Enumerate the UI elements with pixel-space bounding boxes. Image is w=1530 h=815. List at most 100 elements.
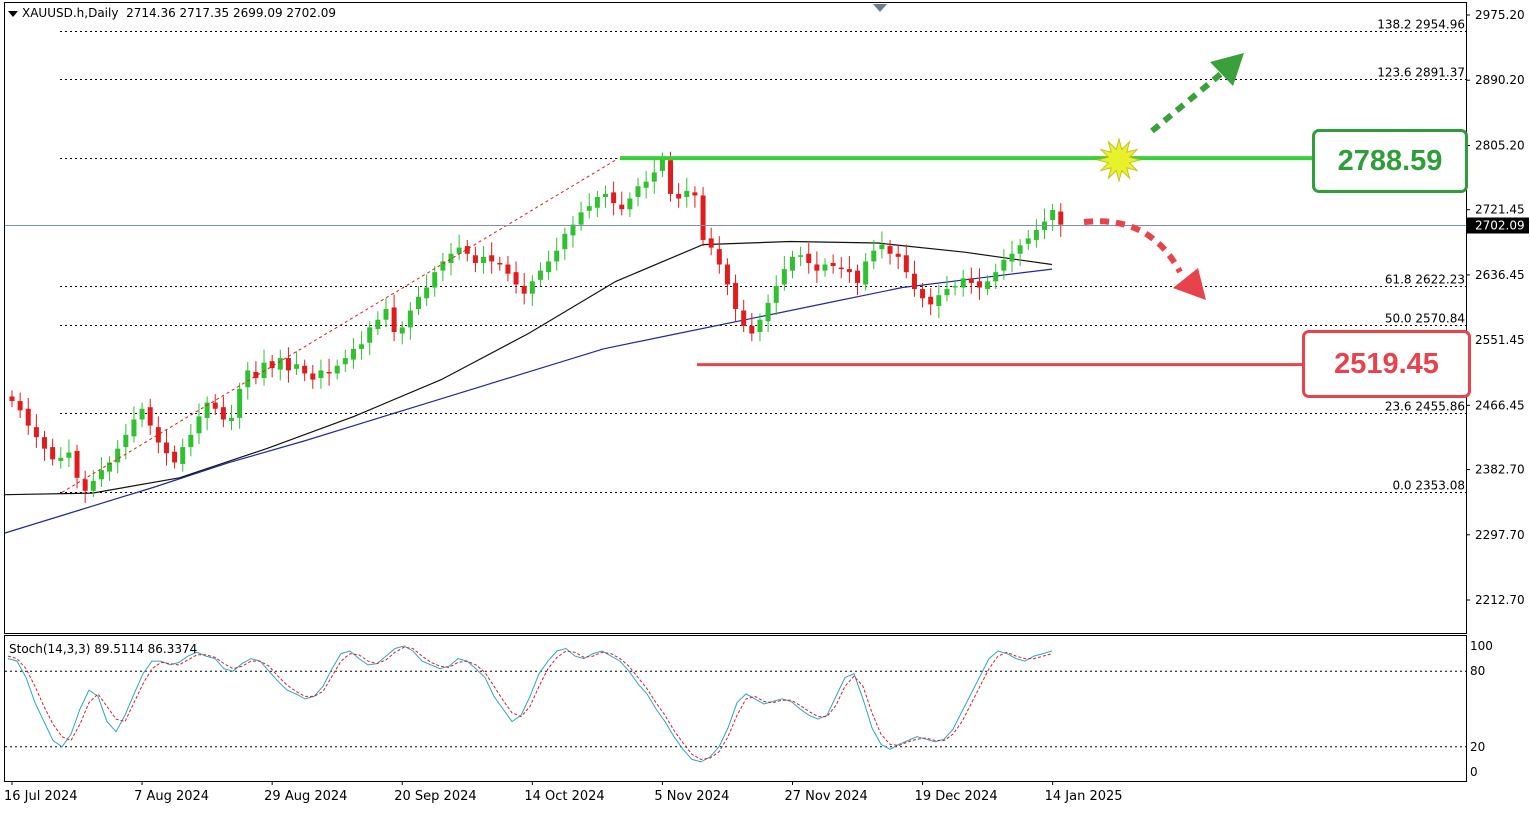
candle-body (855, 270, 861, 283)
price-tick-label: 2721.45 (1475, 203, 1525, 217)
resistance-level-label: 2788.59 (1312, 129, 1468, 193)
candle-body (33, 427, 39, 438)
candle-body (968, 278, 974, 283)
price-tick-label: 2212.70 (1475, 593, 1525, 607)
candle-body (611, 192, 617, 204)
candle-body (562, 233, 568, 250)
candle-body (472, 255, 478, 263)
candle-body (407, 310, 413, 328)
price-tick-label: 2382.70 (1475, 463, 1525, 477)
candle-body (302, 365, 308, 374)
time-tick-label: 29 Aug 2024 (264, 789, 347, 804)
price-tick-label: 2466.45 (1475, 398, 1525, 412)
chart-menu-icon[interactable] (8, 11, 18, 17)
candle-body (375, 319, 381, 329)
candle-body (546, 261, 552, 273)
candle-body (944, 289, 950, 296)
candle-body (952, 285, 958, 288)
candle-body (180, 447, 186, 464)
candle-body (749, 325, 755, 334)
chart-header: XAUUSD.h,Daily 2714.36 2717.35 2699.09 2… (22, 6, 336, 20)
time-tick-label: 7 Aug 2024 (134, 789, 209, 804)
candle-body (716, 249, 722, 265)
candle-body (1033, 229, 1039, 240)
candle-body (724, 264, 730, 285)
candle-body (928, 296, 934, 305)
candle-body (188, 434, 194, 448)
candle-body (196, 416, 202, 434)
candle-body (383, 308, 389, 320)
candle-body (98, 470, 104, 480)
time-tick-label: 19 Dec 2024 (915, 789, 998, 804)
candle-body (619, 204, 625, 210)
candle-body (879, 244, 885, 250)
candle-body (318, 370, 324, 379)
candle-body (537, 270, 543, 280)
candle-body (74, 450, 80, 478)
fib-label: 123.6 2891.37 (1377, 66, 1465, 80)
candle-body (489, 255, 495, 262)
candle-body (399, 327, 405, 334)
symbol-label: XAUUSD.h,Daily (22, 6, 119, 20)
time-tick-label: 27 Nov 2024 (784, 789, 867, 804)
candle-body (294, 364, 300, 369)
price-tick-label: 2890.20 (1475, 73, 1525, 87)
price-chart-svg: 138.2 2954.96 123.6 2891.37 61.8 2622.23 50… (0, 0, 1530, 811)
candle-body (602, 193, 608, 197)
candle-body (147, 407, 153, 426)
candle-body (172, 451, 178, 463)
stoch-level-label: 80 (1470, 664, 1485, 678)
candle-body (350, 348, 356, 360)
candle-body (456, 247, 462, 254)
candle-body (781, 269, 787, 285)
candle-body (643, 181, 649, 188)
candle-body (659, 158, 665, 171)
candle-body (692, 192, 698, 196)
candle-body (846, 269, 852, 273)
candle-body (627, 198, 633, 210)
candle-body (123, 434, 129, 448)
candle-body (139, 408, 145, 420)
candle-body (594, 196, 600, 208)
candle-body (424, 287, 430, 299)
candle-body (822, 264, 828, 271)
stoch-level-label: 0 (1470, 765, 1478, 779)
price-tick-label: 2805.20 (1475, 138, 1525, 152)
candle-body (481, 256, 487, 263)
fib-label: 0.0 2353.08 (1392, 479, 1465, 493)
candle-body (131, 419, 137, 437)
candle-body (25, 408, 31, 426)
candle-body (310, 373, 316, 380)
time-tick-label: 14 Oct 2024 (524, 789, 604, 804)
candle-body (798, 255, 804, 257)
candle-body (212, 402, 218, 409)
candle-body (90, 480, 96, 491)
candle-body (416, 296, 421, 309)
fib-label: 61.8 2622.23 (1385, 273, 1465, 287)
candle-body (903, 255, 909, 273)
candle-body (741, 310, 747, 326)
candle-body (505, 264, 511, 274)
candle-body (391, 307, 397, 333)
candle-body (17, 401, 23, 411)
candle-body (960, 278, 966, 288)
candle-body (82, 479, 88, 491)
price-tick-label: 2551.45 (1475, 333, 1525, 347)
candle-body (838, 267, 844, 270)
candle-body (277, 358, 283, 370)
candle-body (163, 442, 169, 454)
candle-body (733, 282, 739, 309)
candle-body (708, 238, 714, 248)
candle-body (700, 195, 706, 240)
candle-body (497, 262, 503, 265)
candle-body (1009, 253, 1015, 262)
candle-body (50, 447, 56, 460)
candle-body (285, 358, 291, 371)
candle-body (1017, 245, 1023, 254)
candle-body (342, 358, 348, 365)
candle-body (871, 250, 877, 262)
candle-body (887, 246, 893, 254)
ohlc-values: 2714.36 2717.35 2699.09 2702.09 (126, 6, 337, 20)
candle-body (155, 427, 161, 443)
candle-body (586, 206, 592, 211)
